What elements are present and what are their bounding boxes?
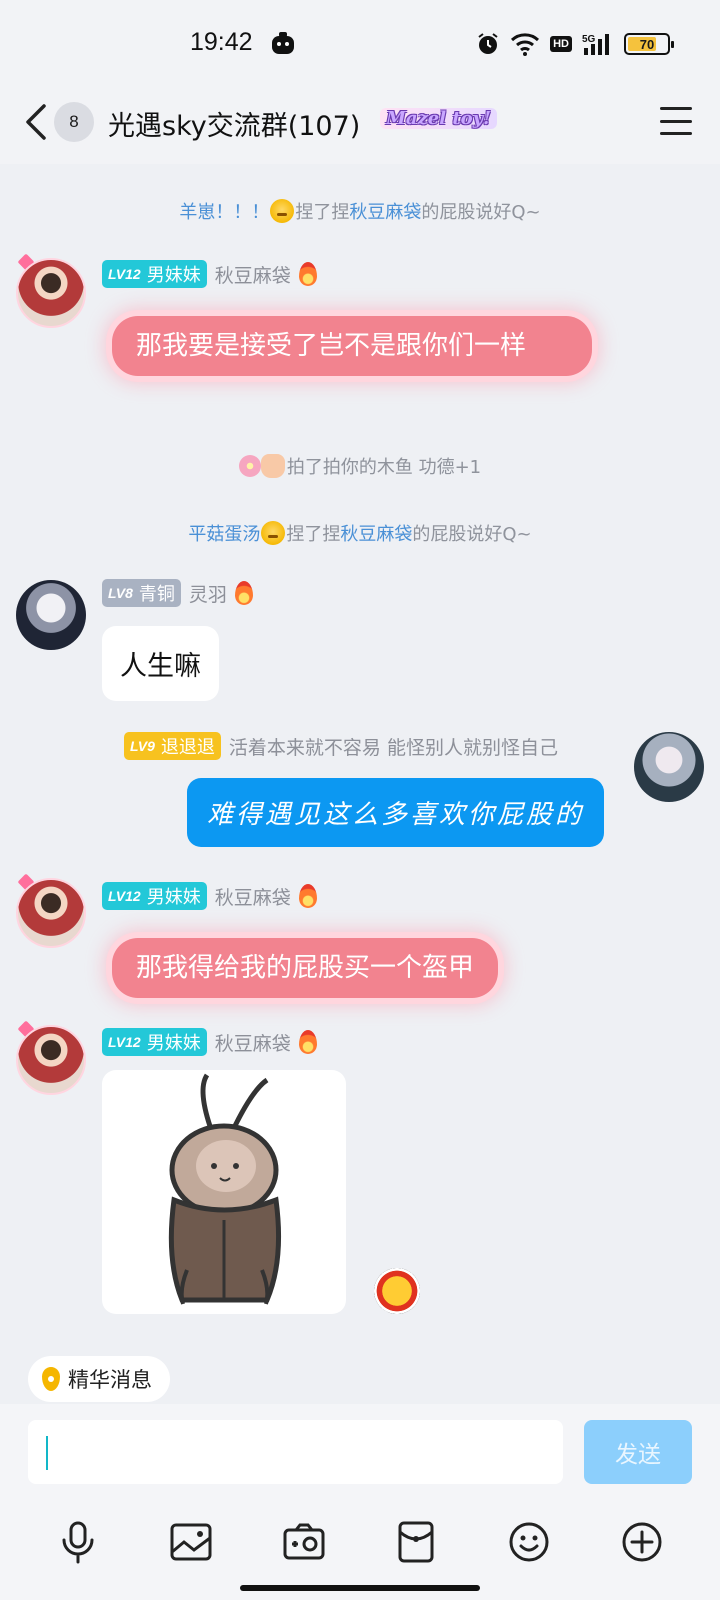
hd-badge: HD <box>550 36 572 52</box>
target-name[interactable]: 秋豆麻袋 <box>349 202 421 223</box>
camera-button[interactable] <box>280 1518 328 1566</box>
pinch-emoji-icon <box>261 521 286 545</box>
level-text: LV12 <box>108 888 141 904</box>
chat-header: 8 光遇sky交流群(107) Mazel toy! <box>0 90 720 164</box>
avatar[interactable] <box>16 258 86 328</box>
menu-line <box>660 107 692 110</box>
input-toolbar <box>0 1512 720 1572</box>
flower-icon <box>238 455 261 477</box>
essence-label: 精华消息 <box>68 1368 152 1392</box>
essence-messages-button[interactable]: 精华消息 <box>28 1356 170 1402</box>
input-area: 发送 <box>0 1404 720 1600</box>
image-button[interactable] <box>167 1518 215 1566</box>
text-caret <box>46 1436 48 1470</box>
send-button[interactable]: 发送 <box>584 1420 692 1484</box>
svg-text:5G: 5G <box>582 34 596 45</box>
level-text: LV12 <box>108 266 141 282</box>
level-badge: LV8 青铜 <box>102 579 181 607</box>
plus-icon <box>622 1522 662 1562</box>
level-badge: LV12 男妹妹 <box>102 882 207 910</box>
actor-name[interactable]: 羊崽！！！ <box>179 202 269 223</box>
emoji-button[interactable] <box>505 1518 553 1566</box>
menu-line <box>660 119 692 123</box>
level-text: LV8 <box>108 585 133 601</box>
avatar[interactable] <box>16 878 86 948</box>
home-indicator[interactable] <box>240 1585 480 1591</box>
avatar[interactable] <box>634 732 704 802</box>
menu-button[interactable] <box>660 104 692 138</box>
microphone-icon <box>62 1521 94 1564</box>
level-text: LV9 <box>130 738 155 754</box>
target-name[interactable]: 秋豆麻袋 <box>340 524 412 545</box>
level-text: LV12 <box>108 1034 141 1050</box>
sender-meta: LV12 男妹妹 秋豆麻袋 <box>102 259 317 289</box>
pinch-emoji-icon <box>270 199 295 223</box>
sender-meta: LV9 退退退 活着本来就不容易 能怪别人就别怪自己 <box>124 731 558 761</box>
alarm-icon <box>478 33 498 54</box>
cockroach-sticker-icon <box>168 1073 282 1305</box>
level-badge: LV12 男妹妹 <box>102 1028 207 1056</box>
rank-text: 退退退 <box>160 737 215 758</box>
back-button[interactable] <box>24 100 54 144</box>
avatar[interactable] <box>16 1025 86 1095</box>
system-text: 拍了拍你的木鱼 功德+1 <box>286 457 482 478</box>
sender-meta: LV12 男妹妹 秋豆麻袋 <box>102 1027 317 1057</box>
more-button[interactable] <box>618 1518 666 1566</box>
sticker-image[interactable] <box>102 1070 346 1314</box>
sender-name[interactable]: 秋豆麻袋 <box>215 261 291 288</box>
sender-name[interactable]: 灵羽 <box>189 580 227 607</box>
fire-icon <box>298 884 317 908</box>
battery-icon: 70 <box>624 33 674 55</box>
wifi-icon <box>511 33 540 56</box>
status-bar: 19:42 HD 5G 70 <box>0 0 720 90</box>
system-message: 拍了拍你的木鱼 功德+1 <box>0 453 720 479</box>
image-icon <box>170 1523 212 1561</box>
menu-line <box>660 132 692 135</box>
message-input[interactable] <box>28 1420 563 1484</box>
camera-icon <box>283 1523 325 1560</box>
status-time: 19:42 <box>190 28 253 56</box>
group-badge: Mazel toy! <box>380 108 498 129</box>
avatar[interactable] <box>16 580 86 650</box>
fire-icon <box>298 262 317 286</box>
sender-meta: LV8 青铜 灵羽 <box>102 578 253 608</box>
sender-name[interactable]: 秋豆麻袋 <box>215 1029 291 1056</box>
reaction-badge-icon[interactable] <box>374 1268 420 1314</box>
status-icons: HD 5G 70 <box>476 30 674 58</box>
emoji-icon <box>509 1522 549 1562</box>
action-text: 捏了捏 <box>286 524 341 545</box>
action-text: 捏了捏 <box>295 202 350 223</box>
actor-name[interactable]: 平菇蛋汤 <box>188 524 260 545</box>
chevron-left-icon <box>26 104 46 140</box>
wave-hand-icon <box>260 454 285 478</box>
message-bubble[interactable]: 那我要是接受了岂不是跟你们一样 <box>112 316 592 376</box>
message-bubble[interactable]: 那我得给我的屁股买一个盔甲 <box>112 938 499 998</box>
rank-text: 男妹妹 <box>146 265 201 286</box>
action-suffix: 的屁股说好Q~ <box>412 524 532 545</box>
sender-name[interactable]: 秋豆麻袋 <box>215 883 291 910</box>
unread-count-badge[interactable]: 8 <box>54 102 94 142</box>
action-suffix: 的屁股说好Q~ <box>421 202 541 223</box>
level-badge: LV9 退退退 <box>124 732 221 760</box>
rank-text: 青铜 <box>138 584 175 605</box>
red-packet-icon <box>398 1521 434 1563</box>
app-notification-icon <box>272 32 294 54</box>
message-bubble[interactable]: 难得遇见这么多喜欢你屁股的 <box>187 778 605 847</box>
sender-meta: LV12 男妹妹 秋豆麻袋 <box>102 881 317 911</box>
fire-icon <box>234 581 253 605</box>
flame-drop-icon <box>42 1367 60 1391</box>
microphone-button[interactable] <box>54 1518 102 1566</box>
level-badge: LV12 男妹妹 <box>102 260 207 288</box>
fire-icon <box>298 1030 317 1054</box>
signal-icon: 5G <box>582 34 609 55</box>
rank-text: 男妹妹 <box>146 887 201 908</box>
group-title[interactable]: 光遇sky交流群(107) <box>108 104 360 143</box>
system-message: 平菇蛋汤 捏了捏秋豆麻袋的屁股说好Q~ <box>0 520 720 546</box>
battery-level: 70 <box>639 36 655 52</box>
message-bubble[interactable]: 人生嘛 <box>102 626 219 701</box>
rank-text: 男妹妹 <box>146 1033 201 1054</box>
system-message: 羊崽！！！ 捏了捏秋豆麻袋的屁股说好Q~ <box>0 198 720 224</box>
sender-title: 活着本来就不容易 能怪别人就别怪自己 <box>228 736 558 759</box>
red-packet-button[interactable] <box>392 1518 440 1566</box>
